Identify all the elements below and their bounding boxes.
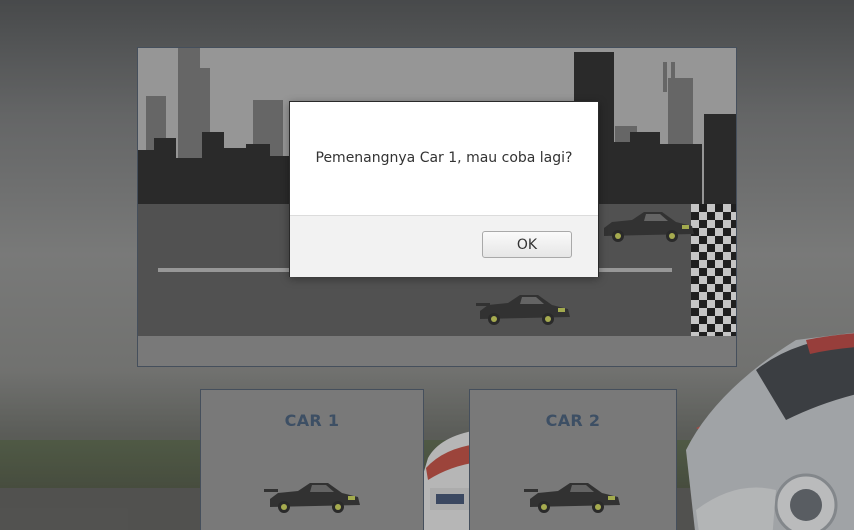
alert-footer: OK [290,215,598,277]
game-page: CAR 1 CAR 2 Pemenangnya Car 1, mau coba … [0,0,854,530]
alert-message: Pemenangnya Car 1, mau coba lagi? [315,150,573,166]
ok-button[interactable]: OK [482,231,572,258]
alert-dialog: Pemenangnya Car 1, mau coba lagi? OK [289,101,599,277]
